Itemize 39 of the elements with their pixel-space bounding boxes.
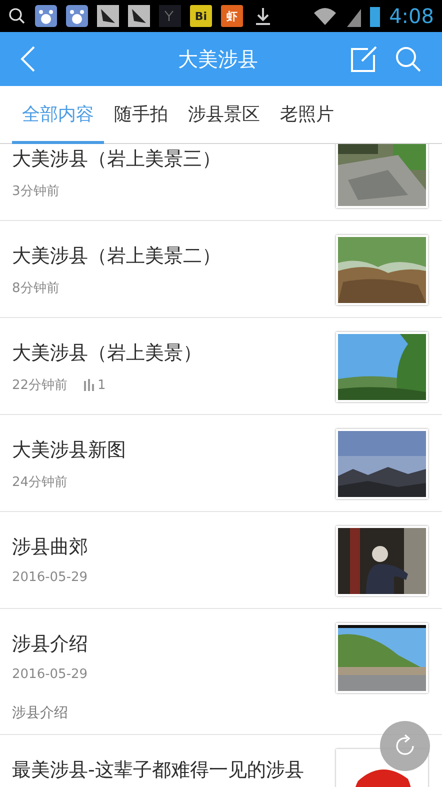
post-title: 大美涉县（岩上美景） bbox=[12, 341, 203, 366]
bar-chart-icon bbox=[84, 379, 96, 391]
post-time: 22分钟前 bbox=[12, 377, 68, 394]
post-row[interactable]: 涉县介绍 2016-05-29 涉县介绍 bbox=[0, 609, 442, 735]
app-icon: 虾 bbox=[221, 5, 243, 27]
tab[interactable]: 随手拍 bbox=[104, 86, 178, 144]
tab[interactable]: 涉县景区 bbox=[178, 86, 270, 144]
sail-icon bbox=[128, 5, 150, 27]
post-row[interactable]: 大美涉县（岩上美景二） 8分钟前 bbox=[0, 221, 442, 318]
post-description: 涉县介绍 bbox=[12, 704, 69, 722]
app-icon bbox=[159, 5, 181, 27]
post-title: 大美涉县新图 bbox=[12, 438, 127, 463]
app-icon: Bi bbox=[190, 5, 212, 27]
refresh-icon bbox=[393, 734, 417, 758]
post-row[interactable]: 大美涉县新图 24分钟前 bbox=[0, 415, 442, 512]
post-row[interactable]: 涉县曲郊 2016-05-29 bbox=[0, 512, 442, 609]
battery-icon bbox=[370, 5, 380, 27]
paw-icon bbox=[35, 5, 57, 27]
clock-time: 4:08 bbox=[389, 4, 434, 28]
refresh-button[interactable] bbox=[380, 721, 430, 771]
post-title: 最美涉县-这辈子都难得一见的涉县 bbox=[12, 758, 305, 783]
post-row[interactable]: 大美涉县（岩上美景） 22分钟前 1 bbox=[0, 318, 442, 415]
post-time: 8分钟前 bbox=[12, 280, 60, 297]
tab[interactable]: 老照片 bbox=[270, 86, 344, 144]
post-time: 3分钟前 bbox=[12, 183, 60, 200]
page-title: 大美涉县 bbox=[177, 46, 259, 72]
post-title: 大美涉县（岩上美景二） bbox=[12, 244, 222, 269]
post-time: 2016-05-29 bbox=[12, 667, 88, 682]
post-row[interactable]: 大美涉县（岩上美景三） 3分钟前 bbox=[0, 144, 442, 221]
sail-icon bbox=[97, 5, 119, 27]
post-title: 涉县介绍 bbox=[12, 632, 89, 657]
view-count: 1 bbox=[84, 378, 106, 392]
post-title: 涉县曲郊 bbox=[12, 535, 89, 560]
post-time: 24分钟前 bbox=[12, 474, 68, 491]
search-icon bbox=[8, 7, 26, 25]
paw-icon bbox=[66, 5, 88, 27]
wifi-icon bbox=[312, 5, 338, 27]
post-title: 大美涉县（岩上美景三） bbox=[12, 147, 222, 172]
post-time: 2016-05-29 bbox=[12, 570, 88, 585]
